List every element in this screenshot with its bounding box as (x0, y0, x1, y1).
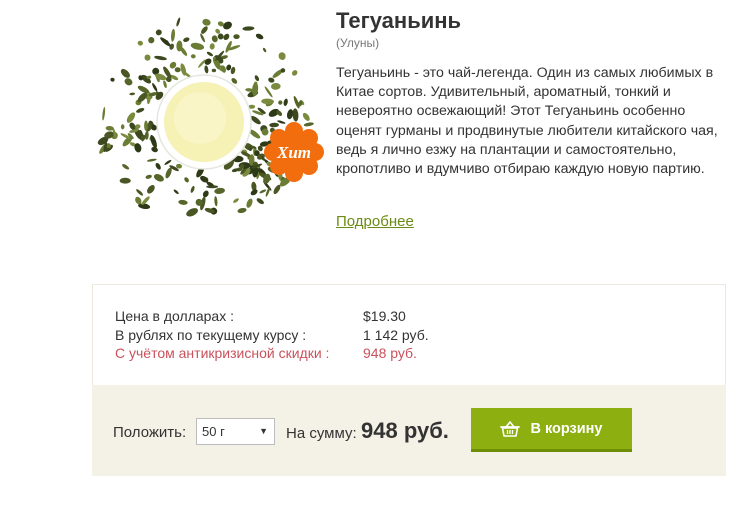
price-row-discount: С учётом антикризисной скидки : 948 руб. (115, 344, 429, 363)
price-list: Цена в долларах : $19.30 В рублях по тек… (115, 307, 429, 363)
more-details-link[interactable]: Подробнее (336, 213, 414, 230)
product-category: (Улуны) (336, 36, 380, 50)
quantity-selected-value: 50 г (202, 424, 225, 439)
product-title: Тегуаньинь (336, 8, 462, 33)
sum-value: 948 руб. (361, 418, 449, 443)
basket-icon (500, 420, 521, 437)
chevron-down-icon: ▼ (259, 426, 268, 436)
sum-label: На сумму: (286, 425, 357, 442)
usd-price-label: Цена в долларах : (115, 308, 234, 324)
rub-price-label: В рублях по текущему курсу : (115, 326, 307, 343)
discount-price-label: С учётом антикризисной скидки : (115, 345, 330, 361)
price-row-rub: В рублях по текущему курсу : 1 142 руб. (115, 326, 429, 345)
discount-price-value: 948 руб. (363, 345, 417, 361)
hit-badge-label: Хит (276, 143, 311, 162)
add-to-cart-label: В корзину (530, 420, 603, 437)
add-to-cart-button[interactable]: В корзину (471, 408, 632, 452)
price-row-usd: Цена в долларах : $19.30 (115, 307, 429, 326)
tea-image: Хит (97, 17, 324, 217)
quantity-select[interactable]: 50 г ▼ (196, 418, 275, 445)
product-description: Тегуаньинь - это чай-легенда. Один из са… (336, 65, 718, 178)
product-image: Хит (96, 14, 328, 236)
usd-price-value: $19.30 (363, 308, 406, 324)
quantity-label: Положить: (113, 424, 187, 441)
rub-price-value: 1 142 руб. (363, 326, 429, 343)
